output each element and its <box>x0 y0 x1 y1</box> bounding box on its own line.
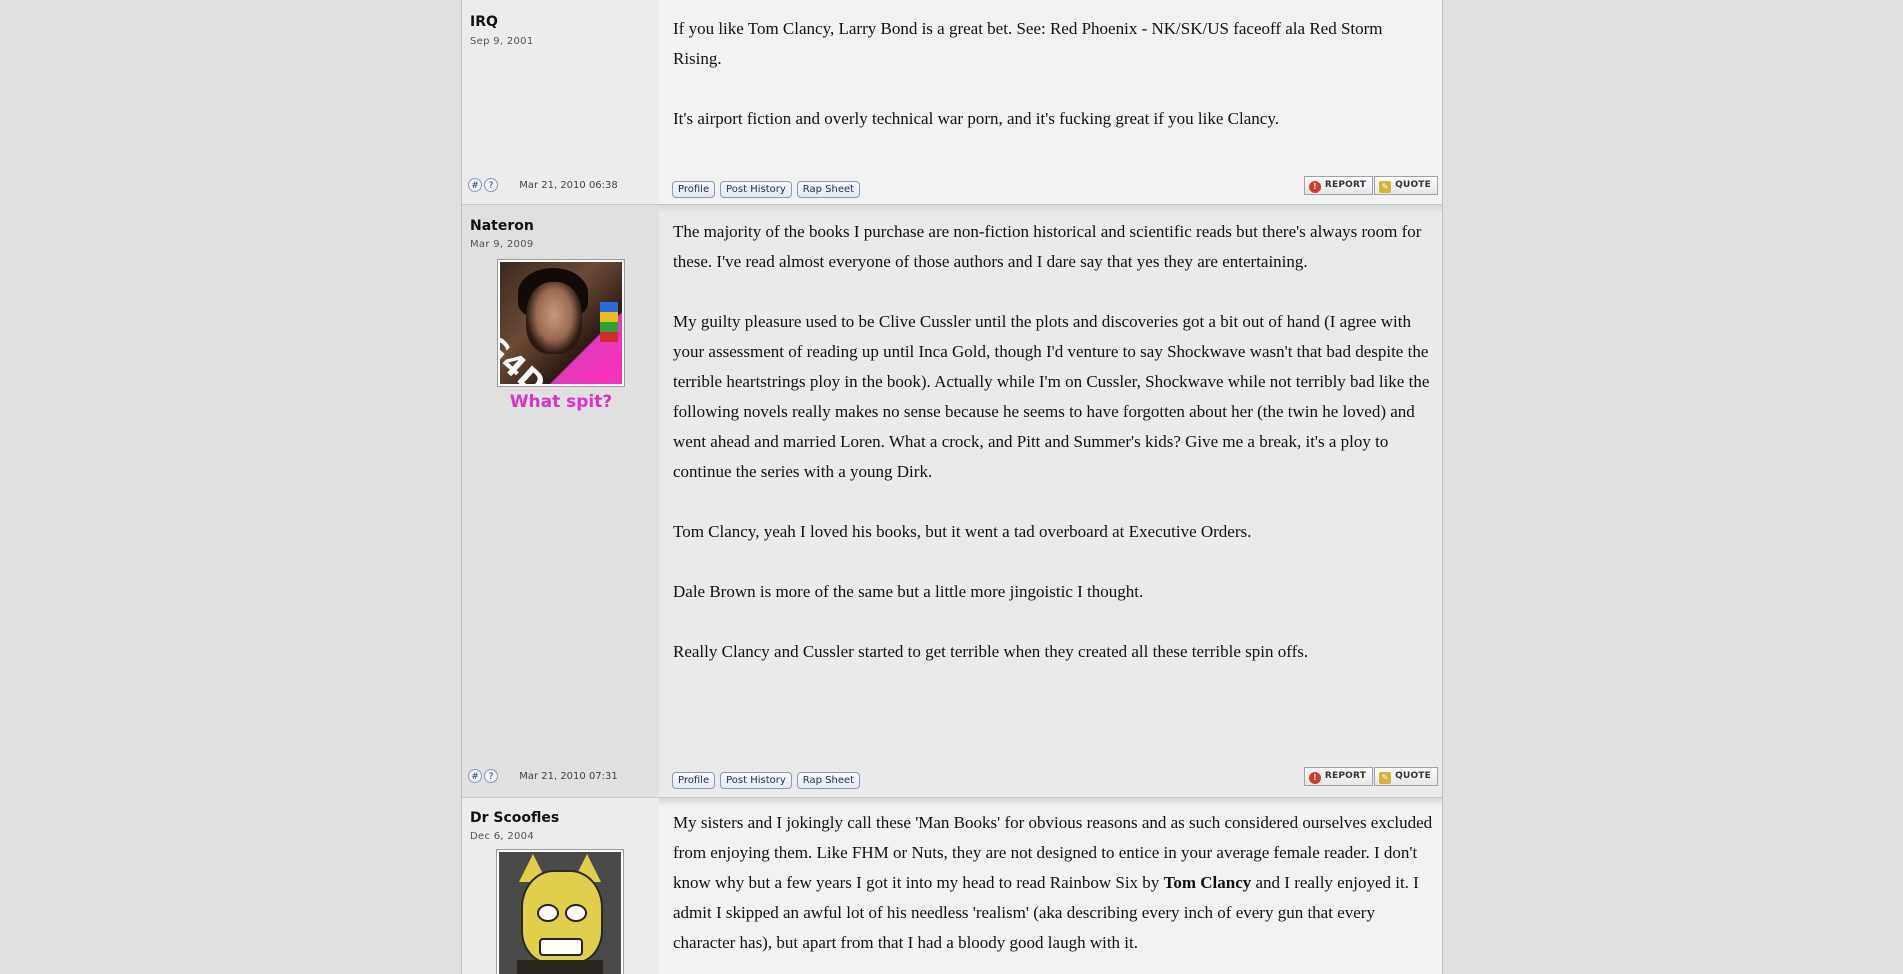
quote-icon: ✎ <box>1379 772 1392 784</box>
post-author[interactable]: IRQ <box>470 14 498 30</box>
post-paragraph: If you like Tom Clancy, Larry Bond is a … <box>673 19 1383 68</box>
avatar-container <box>497 850 623 974</box>
post-paragraph: It's airport fiction and overly technica… <box>673 109 1279 128</box>
rap-sheet-button[interactable]: Rap Sheet <box>796 772 861 789</box>
post-body: My sisters and I jokingly call these 'Ma… <box>659 798 1442 974</box>
post-paragraph: My guilty pleasure used to be Clive Cuss… <box>673 312 1430 481</box>
quote-label: QUOTE <box>1395 771 1431 781</box>
post-userinfo: IRQ Sep 9, 2001 <box>462 0 659 204</box>
post-body: If you like Tom Clancy, Larry Bond is a … <box>659 0 1442 204</box>
post: IRQ Sep 9, 2001 If you like Tom Clancy, … <box>462 0 1442 205</box>
post-footer-left: #? Mar 21, 2010 07:31 <box>468 769 658 785</box>
quote-button[interactable]: ✎ QUOTE <box>1374 767 1438 786</box>
post-regdate: Dec 6, 2004 <box>470 831 534 842</box>
avatar-container: G4D What spit? <box>498 260 624 412</box>
report-icon: ! <box>1308 772 1321 784</box>
post-history-button[interactable]: Post History <box>720 181 792 198</box>
quote-label: QUOTE <box>1395 180 1431 190</box>
post-footer-links: Profile Post History Rap Sheet <box>672 177 865 198</box>
report-icon: ! <box>1308 181 1321 193</box>
rap-sheet-button[interactable]: Rap Sheet <box>796 181 861 198</box>
post: Dr Scoofles Dec 6, 2004 My sisters and I… <box>462 798 1442 974</box>
post-content: If you like Tom Clancy, Larry Bond is a … <box>673 14 1433 164</box>
post-userinfo: Dr Scoofles Dec 6, 2004 <box>462 798 659 974</box>
post-footer-actions: ! REPORT ✎ QUOTE <box>1303 766 1438 786</box>
report-button[interactable]: ! REPORT <box>1303 767 1374 786</box>
post-content: The majority of the books I purchase are… <box>673 217 1433 697</box>
post-date: Mar 21, 2010 06:38 <box>519 179 618 191</box>
report-button[interactable]: ! REPORT <box>1303 176 1374 195</box>
avatar <box>497 850 623 974</box>
post-link-button[interactable]: # <box>468 178 482 192</box>
post-paragraph: My sisters and I jokingly call these 'Ma… <box>673 813 1433 952</box>
post-help-button[interactable]: ? <box>484 769 498 783</box>
avatar: G4D <box>498 260 624 386</box>
post-paragraph: Really Clancy and Cussler started to get… <box>673 642 1309 661</box>
post-paragraph: The majority of the books I purchase are… <box>673 222 1422 271</box>
report-label: REPORT <box>1324 180 1367 190</box>
post-date: Mar 21, 2010 07:31 <box>519 770 618 782</box>
profile-button[interactable]: Profile <box>672 772 716 789</box>
user-title: What spit? <box>509 392 613 412</box>
post-footer-links: Profile Post History Rap Sheet <box>672 768 865 789</box>
post-body: The majority of the books I purchase are… <box>659 205 1442 797</box>
profile-button[interactable]: Profile <box>672 181 716 198</box>
post-footer-actions: ! REPORT ✎ QUOTE <box>1303 175 1438 195</box>
post-author[interactable]: Nateron <box>470 218 534 234</box>
post-author[interactable]: Dr Scoofles <box>470 810 559 826</box>
post-regdate: Mar 9, 2009 <box>470 239 534 250</box>
post-content: My sisters and I jokingly call these 'Ma… <box>673 808 1433 974</box>
post-link-button[interactable]: # <box>468 769 482 783</box>
post-history-button[interactable]: Post History <box>720 772 792 789</box>
post-footer-left: #? Mar 21, 2010 06:38 <box>468 178 658 194</box>
post-paragraph: Tom Clancy, yeah I loved his books, but … <box>673 522 1252 541</box>
thread-container: IRQ Sep 9, 2001 If you like Tom Clancy, … <box>461 0 1443 974</box>
post-help-button[interactable]: ? <box>484 178 498 192</box>
quote-button[interactable]: ✎ QUOTE <box>1374 176 1438 195</box>
quote-icon: ✎ <box>1379 181 1392 193</box>
report-label: REPORT <box>1324 771 1367 781</box>
post-userinfo: Nateron Mar 9, 2009 G4D What spit? <box>462 205 659 797</box>
bold-text: Tom Clancy <box>1163 873 1252 892</box>
post-regdate: Sep 9, 2001 <box>470 36 534 47</box>
post: Nateron Mar 9, 2009 G4D What spit? The m… <box>462 205 1442 798</box>
post-paragraph: Dale Brown is more of the same but a lit… <box>673 582 1144 601</box>
